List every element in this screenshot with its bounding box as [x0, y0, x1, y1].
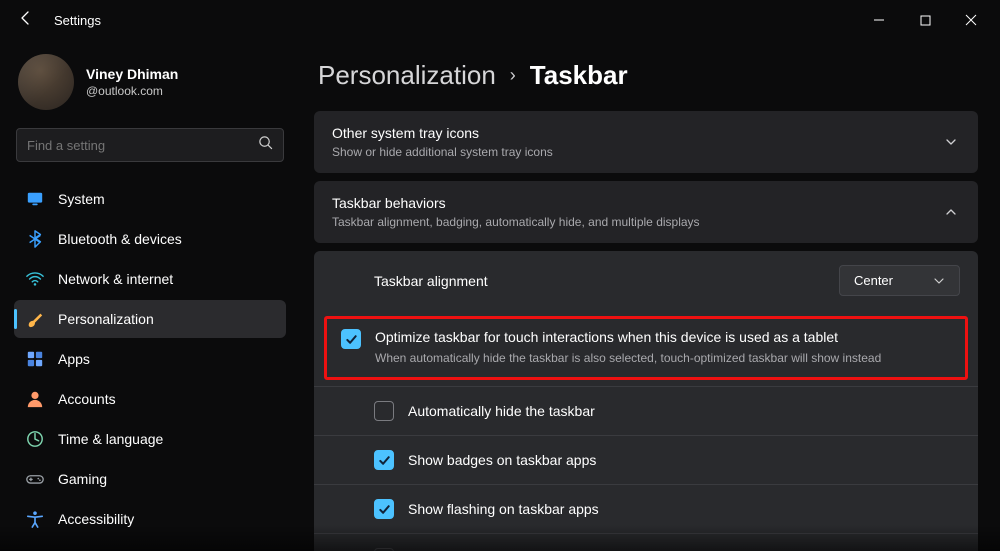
- sidebar-item-system[interactable]: System: [14, 180, 286, 218]
- panel-subtitle: Show or hide additional system tray icon…: [332, 145, 942, 159]
- row-label: Show badges on taskbar apps: [408, 452, 960, 468]
- behaviors-subpanel: Taskbar alignment Center Optimize taskba…: [314, 251, 978, 551]
- profile-block[interactable]: Viney Dhiman @outlook.com: [14, 48, 286, 128]
- row-flashing[interactable]: Show flashing on taskbar apps: [314, 484, 978, 533]
- breadcrumb-current: Taskbar: [530, 60, 628, 91]
- accessibility-icon: [26, 510, 44, 528]
- highlighted-optimize-touch: Optimize taskbar for touch interactions …: [324, 316, 968, 380]
- close-button[interactable]: [948, 0, 994, 40]
- row-label: Automatically hide the taskbar: [408, 403, 960, 419]
- chevron-down-icon: [942, 133, 960, 151]
- row-sublabel: When automatically hide the taskbar is a…: [375, 351, 881, 365]
- titlebar: Settings: [0, 0, 1000, 40]
- window-title: Settings: [54, 13, 101, 28]
- window-controls: [856, 0, 994, 40]
- alignment-dropdown[interactable]: Center: [839, 265, 960, 296]
- sidebar-item-network[interactable]: Network & internet: [14, 260, 286, 298]
- sidebar-item-accounts[interactable]: Accounts: [14, 380, 286, 418]
- avatar: [18, 54, 74, 110]
- chevron-down-icon: [933, 275, 945, 287]
- row-taskbar-alignment: Taskbar alignment Center: [314, 251, 978, 310]
- sidebar-item-label: Time & language: [58, 431, 163, 447]
- search-icon: [258, 135, 273, 155]
- apps-icon: [26, 350, 44, 368]
- wifi-icon: [26, 270, 44, 288]
- profile-email: @outlook.com: [86, 84, 178, 98]
- sidebar-item-personalization[interactable]: Personalization: [14, 300, 286, 338]
- sidebar-item-accessibility[interactable]: Accessibility: [14, 500, 286, 538]
- sidebar: Viney Dhiman @outlook.com System Bluetoot…: [0, 40, 300, 551]
- row-label: Show flashing on taskbar apps: [408, 501, 960, 517]
- sidebar-item-gaming[interactable]: Gaming: [14, 460, 286, 498]
- sidebar-item-label: Network & internet: [58, 271, 173, 287]
- breadcrumb-parent[interactable]: Personalization: [318, 60, 496, 91]
- panel-title: Taskbar behaviors: [332, 195, 942, 211]
- checkbox-badges[interactable]: [374, 450, 394, 470]
- checkbox-optimize-touch[interactable]: [341, 329, 361, 349]
- panel-title: Other system tray icons: [332, 125, 942, 141]
- minimize-button[interactable]: [856, 0, 902, 40]
- sidebar-item-label: Bluetooth & devices: [58, 231, 182, 247]
- sidebar-item-apps[interactable]: Apps: [14, 340, 286, 378]
- sidebar-item-label: System: [58, 191, 105, 207]
- checkbox-flashing[interactable]: [374, 499, 394, 519]
- brush-icon: [26, 310, 44, 328]
- sidebar-item-label: Gaming: [58, 471, 107, 487]
- panel-subtitle: Taskbar alignment, badging, automaticall…: [332, 215, 942, 229]
- row-label: Optimize taskbar for touch interactions …: [375, 329, 881, 345]
- nav-list: System Bluetooth & devices Network & inter…: [14, 180, 286, 538]
- main-area: Personalization › Taskbar Other system t…: [300, 40, 1000, 551]
- maximize-button[interactable]: [902, 0, 948, 40]
- panel-other-system-tray-icons[interactable]: Other system tray icons Show or hide add…: [314, 111, 978, 173]
- sidebar-item-label: Personalization: [58, 311, 154, 327]
- breadcrumb: Personalization › Taskbar: [318, 60, 978, 91]
- sidebar-item-bluetooth[interactable]: Bluetooth & devices: [14, 220, 286, 258]
- profile-name: Viney Dhiman: [86, 66, 178, 82]
- sidebar-item-label: Accounts: [58, 391, 116, 407]
- monitor-icon: [26, 190, 44, 208]
- checkbox-auto-hide[interactable]: [374, 401, 394, 421]
- row-badges[interactable]: Show badges on taskbar apps: [314, 435, 978, 484]
- row-auto-hide[interactable]: Automatically hide the taskbar: [314, 386, 978, 435]
- dropdown-value: Center: [854, 273, 893, 288]
- person-icon: [26, 390, 44, 408]
- panel-taskbar-behaviors[interactable]: Taskbar behaviors Taskbar alignment, bad…: [314, 181, 978, 243]
- bluetooth-icon: [26, 230, 44, 248]
- chevron-up-icon: [942, 203, 960, 221]
- sidebar-item-time[interactable]: Time & language: [14, 420, 286, 458]
- gamepad-icon: [26, 470, 44, 488]
- search-input[interactable]: [27, 138, 258, 153]
- row-all-displays: Show my taskbar on all displays: [314, 533, 978, 551]
- sidebar-item-label: Accessibility: [58, 511, 134, 527]
- back-button[interactable]: [12, 10, 40, 31]
- sidebar-item-label: Apps: [58, 351, 90, 367]
- clock-globe-icon: [26, 430, 44, 448]
- chevron-right-icon: ›: [510, 65, 516, 86]
- row-label: Taskbar alignment: [374, 273, 825, 289]
- search-box[interactable]: [16, 128, 284, 162]
